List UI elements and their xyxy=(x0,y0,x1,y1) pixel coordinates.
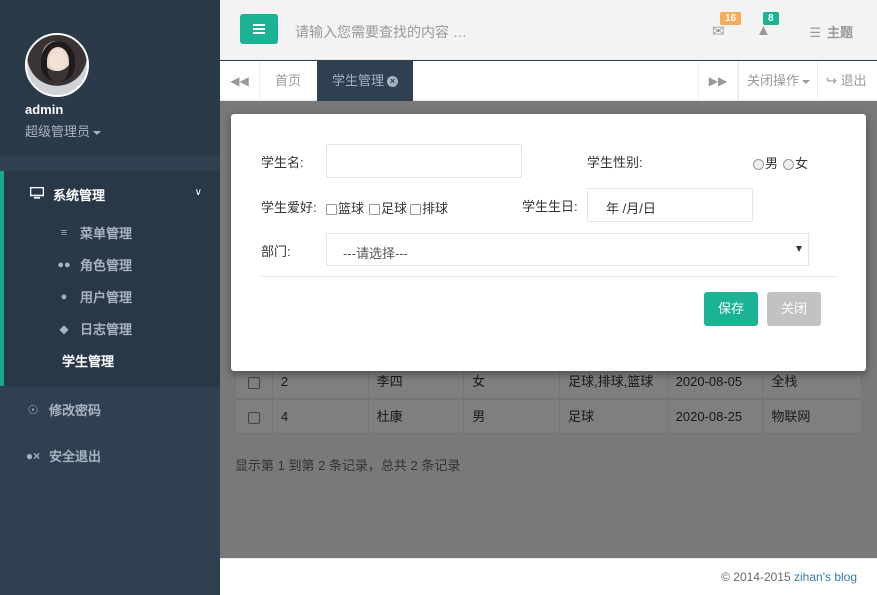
key-icon: ☉ xyxy=(27,402,39,417)
user-icon: ● xyxy=(60,290,68,303)
caret-down-icon xyxy=(93,130,102,135)
sidebar-item-label: 日志管理 xyxy=(80,322,133,337)
profile-role-dropdown[interactable]: 超级管理员 xyxy=(25,121,102,140)
chevron-down-icon: ∨ xyxy=(194,187,202,198)
avatar[interactable] xyxy=(25,33,89,97)
birthday-placeholder: 年 /月/日 xyxy=(606,201,656,216)
footer: © 2014-2015 zihan's blog xyxy=(220,558,877,595)
mail-count-badge: 16 xyxy=(720,12,742,25)
sidebar-section-system: 系统管理 ∨ ≡ 菜单管理 ●● 角色管理 ● 用户管理 ◆ 日志管理 学生管理 xyxy=(0,171,220,386)
profile-role-label: 超级管理员 xyxy=(25,124,91,139)
sidebar-item-label: 学生管理 xyxy=(62,354,115,369)
tab-bar: ◀◀ 首页 学生管理 × ▶▶ 关闭操作 ↪ 退出 xyxy=(220,61,877,101)
search-input[interactable]: 请输入您需要查找的内容 … xyxy=(295,22,467,42)
sliders-icon: ≡ xyxy=(60,226,68,239)
dropdown-arrow-icon xyxy=(796,246,802,252)
hobby-basketball-option[interactable]: 篮球 xyxy=(326,198,364,217)
pagination-summary: 显示第 1 到第 2 条记录，总共 2 条记录 xyxy=(235,458,461,473)
blog-link[interactable]: zihan's blog xyxy=(794,570,857,584)
sidebar-item-user-management[interactable]: ● 用户管理 xyxy=(56,287,132,306)
theme-button[interactable]: ☰ 主题 xyxy=(809,22,853,41)
department-selected-value: ---请选择--- xyxy=(343,246,408,261)
gender-male-radio[interactable] xyxy=(753,159,764,171)
copyright-text: © 2014-2015 xyxy=(721,570,794,584)
user-times-icon: ●× xyxy=(25,448,41,463)
gender-male-option[interactable]: 男 xyxy=(753,153,778,172)
close-operations-label: 关闭操作 xyxy=(747,73,800,88)
hobby-basketball-checkbox[interactable] xyxy=(326,204,337,216)
student-name-input[interactable] xyxy=(326,144,522,178)
save-button[interactable]: 保存 xyxy=(704,292,758,326)
sidebar-item-logout[interactable]: ●× 安全退出 xyxy=(25,446,101,465)
envelope-icon: ✉ xyxy=(712,23,725,40)
close-tab-icon[interactable]: × xyxy=(387,76,399,88)
birthday-date-input[interactable]: 年 /月/日 xyxy=(587,188,753,222)
profile-name: admin xyxy=(25,102,64,117)
hobby-volleyball-option[interactable]: 排球 xyxy=(410,198,448,217)
sidebar-item-label: 角色管理 xyxy=(80,258,133,273)
forward-icon: ▶▶ xyxy=(708,74,728,88)
notifications-button[interactable]: ▲ 8 xyxy=(756,12,779,39)
footer-text: © 2014-2015 zihan's blog xyxy=(721,570,857,584)
tab-home[interactable]: 首页 xyxy=(260,61,316,101)
tab-scroll-left-button[interactable]: ◀◀ xyxy=(220,61,260,101)
sign-out-icon: ↪ xyxy=(826,73,841,88)
tab-student-management[interactable]: 学生管理 × xyxy=(317,61,414,101)
gender-male-label: 男 xyxy=(765,156,779,171)
gender-female-label: 女 xyxy=(795,156,809,171)
gender-female-option[interactable]: 女 xyxy=(783,153,808,172)
sidebar-item-student-management[interactable]: 学生管理 xyxy=(62,351,114,370)
theme-label: 主题 xyxy=(826,25,853,40)
gender-female-radio[interactable] xyxy=(783,159,794,171)
theme-icon: ☰ xyxy=(809,25,821,40)
logout-label: 退出 xyxy=(840,73,867,88)
student-form-modal: 学生名: 学生性别: 男 女 学生爱好: 篮球 足球 排球 学生生日: 年 /月… xyxy=(231,114,866,371)
sidebar-item-menu-management[interactable]: ≡ 菜单管理 xyxy=(56,223,132,242)
close-button[interactable]: 关闭 xyxy=(767,292,821,326)
hobby-football-checkbox[interactable] xyxy=(369,204,380,216)
sidebar: admin 超级管理员 系统管理 ∨ ≡ 菜单管理 ●● 角色管理 ● 用户管理… xyxy=(0,0,220,595)
caret-down-icon xyxy=(802,79,811,84)
form-divider xyxy=(261,276,836,277)
top-navbar: 请输入您需要查找的内容 … ✉ 16 ▲ 8 ☰ 主题 xyxy=(220,0,877,60)
hobby-basketball-label: 篮球 xyxy=(338,201,365,216)
birthday-label: 学生生日: xyxy=(522,199,578,214)
close-operations-dropdown[interactable]: 关闭操作 xyxy=(738,61,818,101)
profile-panel: admin 超级管理员 xyxy=(0,0,220,156)
tab-label: 学生管理 xyxy=(332,73,385,88)
tab-scroll-right-button[interactable]: ▶▶ xyxy=(698,61,738,101)
hobby-football-label: 足球 xyxy=(381,201,408,216)
department-select[interactable]: ---请选择--- xyxy=(326,233,809,266)
sidebar-item-system-management[interactable]: 系统管理 xyxy=(29,185,105,204)
logout-tab-button[interactable]: ↪ 退出 xyxy=(817,61,875,101)
sidebar-item-log-management[interactable]: ◆ 日志管理 xyxy=(56,319,132,338)
hobby-volleyball-label: 排球 xyxy=(422,201,449,216)
hobby-label: 学生爱好: xyxy=(261,200,317,215)
tags-icon: ◆ xyxy=(59,321,69,336)
sidebar-item-label: 修改密码 xyxy=(49,403,102,418)
sidebar-item-label: 安全退出 xyxy=(49,449,102,464)
bell-count-badge: 8 xyxy=(763,12,779,25)
gender-label: 学生性别: xyxy=(587,155,643,170)
department-label: 部门: xyxy=(261,244,291,259)
sidebar-item-change-password[interactable]: ☉ 修改密码 xyxy=(25,400,101,419)
sidebar-item-label: 系统管理 xyxy=(53,188,106,203)
hobby-football-option[interactable]: 足球 xyxy=(369,198,407,217)
sidebar-item-role-management[interactable]: ●● 角色管理 xyxy=(56,255,132,274)
name-label: 学生名: xyxy=(261,155,304,170)
sidebar-item-label: 用户管理 xyxy=(80,290,133,305)
hobby-volleyball-checkbox[interactable] xyxy=(410,204,421,216)
toggle-sidebar-button[interactable] xyxy=(240,14,278,44)
users-icon: ●● xyxy=(57,258,71,271)
desktop-icon xyxy=(29,186,45,202)
sidebar-item-label: 菜单管理 xyxy=(80,226,133,241)
backward-icon: ◀◀ xyxy=(230,74,249,88)
mail-button[interactable]: ✉ 16 xyxy=(712,12,742,40)
